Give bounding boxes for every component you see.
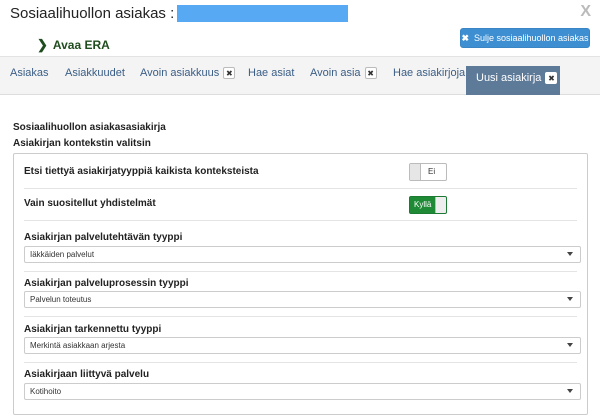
close-service-customer-label: Sulje sosiaalihuollon asiakas xyxy=(473,33,589,43)
toggle-knob xyxy=(435,197,446,213)
tab-label: Hae asiat xyxy=(248,67,295,79)
chevron-right-icon: ❯ xyxy=(37,37,48,52)
close-dialog-icon[interactable]: X xyxy=(580,3,591,21)
select-value: Merkintä asiakkaan arjesta xyxy=(30,341,126,350)
document-form: Sosiaalihuollon asiakasasiakirja Asiakir… xyxy=(0,95,600,420)
section-title: Sosiaalihuollon asiakasasiakirja xyxy=(13,122,166,133)
dialog-title: Sosiaalihuollon asiakas : xyxy=(10,5,349,22)
tab-asiakas[interactable]: Asiakas xyxy=(10,67,49,95)
tab-close-icon[interactable]: ✖ xyxy=(364,67,377,79)
redacted-customer-name xyxy=(177,5,349,22)
open-era-label: Avaa ERA xyxy=(52,38,110,52)
close-service-customer-button[interactable]: ✖ Sulje sosiaalihuollon asiakas xyxy=(460,28,590,48)
tab-label: Hae asiakirjoja xyxy=(393,67,466,79)
divider xyxy=(24,362,577,363)
tab-label: Asiakas xyxy=(10,67,49,79)
tab-close-icon[interactable]: ✖ xyxy=(545,72,558,84)
close-icon: ✖ xyxy=(461,32,469,43)
related-service-label: Asiakirjaan liittyvä palvelu xyxy=(24,369,150,380)
select-value: Iäkkäiden palvelut xyxy=(30,250,95,259)
tab-hae-asiat[interactable]: Hae asiat xyxy=(248,67,294,95)
tab-label: Asiakkuudet xyxy=(65,67,125,79)
tab-label: Avoin asiakkuus xyxy=(140,67,220,79)
toggle-state: Kyllä xyxy=(414,200,432,209)
select-value: Kotihoito xyxy=(30,387,62,396)
caret-down-icon xyxy=(567,297,573,301)
service-task-type-select[interactable]: Iäkkäiden palvelut xyxy=(24,246,581,263)
service-task-type-label: Asiakirjan palvelutehtävän tyyppi xyxy=(24,232,183,243)
tab-hae-asiakirjoja[interactable]: Hae asiakirjoja xyxy=(393,67,465,95)
tab-uusi-asiakirja[interactable]: Uusi asiakirja ✖ xyxy=(466,66,560,96)
tab-bar: Asiakas Asiakkuudet Avoin asiakkuus ✖ Ha… xyxy=(0,56,600,96)
tab-asiakkuudet[interactable]: Asiakkuudet xyxy=(65,67,125,95)
recommended-only-toggle[interactable]: Kyllä xyxy=(409,196,447,214)
toggle-knob xyxy=(410,164,421,180)
specified-type-label: Asiakirjan tarkennettu tyyppi xyxy=(24,324,162,335)
section-subtitle: Asiakirjan kontekstin valitsin xyxy=(13,138,151,149)
tab-avoin-asia[interactable]: Avoin asia ✖ xyxy=(310,67,377,95)
context-selector-panel: Etsi tiettyä asiakirjatyyppiä kaikista k… xyxy=(13,153,588,415)
divider xyxy=(24,316,577,317)
caret-down-icon xyxy=(567,389,573,393)
recommended-only-label: Vain suositellut yhdistelmät xyxy=(24,198,156,209)
caret-down-icon xyxy=(567,252,573,256)
tab-avoin-asiakkuus[interactable]: Avoin asiakkuus ✖ xyxy=(140,67,236,95)
open-era-link[interactable]: ❯ Avaa ERA xyxy=(37,37,110,53)
search-all-contexts-label: Etsi tiettyä asiakirjatyyppiä kaikista k… xyxy=(24,166,259,177)
divider xyxy=(24,220,577,221)
specified-type-select[interactable]: Merkintä asiakkaan arjesta xyxy=(24,337,581,354)
dialog-header: Sosiaalihuollon asiakas : X ❯ Avaa ERA ✖… xyxy=(0,0,600,56)
service-process-type-label: Asiakirjan palveluprosessin tyyppi xyxy=(24,278,189,289)
search-all-contexts-toggle[interactable]: Ei xyxy=(409,163,447,181)
tab-label: Uusi asiakirja xyxy=(476,72,542,84)
select-value: Palvelun toteutus xyxy=(30,295,92,304)
divider xyxy=(24,271,577,272)
toggle-state: Ei xyxy=(428,167,436,176)
divider xyxy=(24,188,577,189)
tab-close-icon[interactable]: ✖ xyxy=(223,67,236,79)
dialog-title-text: Sosiaalihuollon asiakas : xyxy=(10,5,175,22)
service-process-type-select[interactable]: Palvelun toteutus xyxy=(24,291,581,308)
caret-down-icon xyxy=(567,343,573,347)
tab-label: Avoin asia xyxy=(310,67,361,79)
related-service-select[interactable]: Kotihoito xyxy=(24,383,581,400)
